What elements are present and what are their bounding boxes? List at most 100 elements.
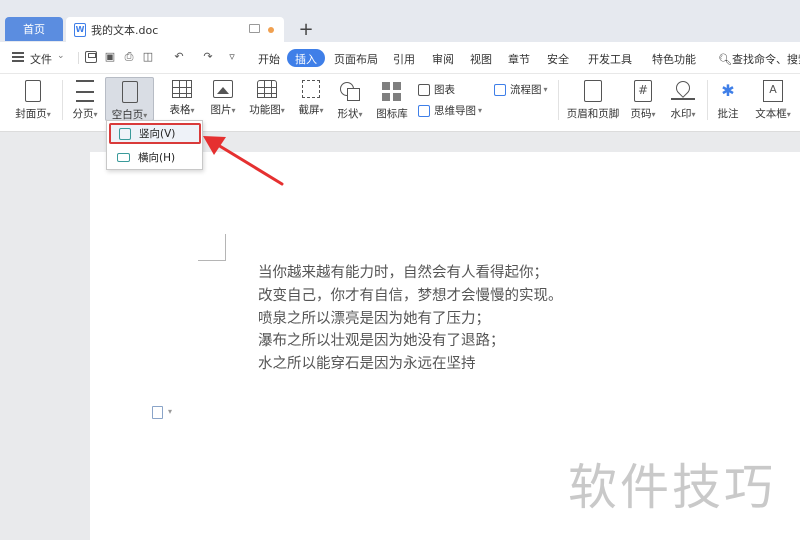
mind-map-button[interactable]: 思维导图 ▾	[418, 103, 482, 118]
table-button[interactable]: 表格▾	[166, 80, 198, 117]
menu-tab-chapter[interactable]: 章节	[508, 51, 530, 67]
picture-button[interactable]: 图片▾	[206, 80, 240, 117]
chevron-down-icon[interactable]: ▾	[168, 407, 172, 416]
undo-icon[interactable]: ↶	[173, 51, 185, 63]
print-icon[interactable]: ⎙	[123, 51, 135, 63]
divider	[78, 52, 79, 64]
menu-tab-start[interactable]: 开始	[258, 51, 280, 67]
document-line: 改变自己，你才有自信，梦想才会慢慢的实现。	[258, 287, 563, 304]
cover-page-icon	[25, 80, 41, 102]
annotation-label: 批注	[717, 108, 739, 120]
page-break-button[interactable]: 分页▾	[68, 80, 102, 121]
textbox-label: 文本框	[755, 108, 787, 120]
page-number-label: 页码	[630, 108, 652, 120]
portrait-page-icon	[119, 127, 131, 140]
screenshot-button[interactable]: 截屏▾	[295, 80, 327, 117]
portrait-option[interactable]: 竖向(V)	[109, 123, 201, 144]
icon-library-button[interactable]: 图标库	[374, 80, 410, 121]
table-label: 表格	[169, 104, 191, 116]
screenshot-icon	[302, 80, 320, 98]
divider	[558, 80, 559, 120]
chart-button[interactable]: 图表	[418, 82, 455, 97]
page-break-icon	[76, 80, 94, 102]
page-number-button[interactable]: # 页码▾	[626, 80, 660, 121]
unsaved-dot-icon	[268, 27, 274, 33]
tab-home[interactable]: 首页	[5, 17, 63, 41]
function-chart-label: 功能图	[249, 104, 281, 116]
menu-tab-references[interactable]: 引用	[393, 51, 415, 67]
cover-page-label: 封面页	[15, 108, 47, 120]
document-line: 当你越来越有能力时，自然会有人看得起你；	[258, 265, 548, 281]
menu-tab-security[interactable]: 安全	[547, 51, 569, 67]
picture-label: 图片	[210, 104, 232, 116]
menu-tab-page-layout[interactable]: 页面布局	[334, 51, 378, 67]
chart-label: 图表	[434, 84, 455, 96]
icon-library-label: 图标库	[376, 108, 408, 120]
textbox-button[interactable]: A 文本框▾	[752, 80, 794, 121]
header-footer-button[interactable]: 页眉和页脚	[566, 80, 620, 121]
divider	[62, 80, 63, 120]
menu-bar: 文件 ⌄ ▣ ⎙ ◫ ↶ ↷ ▿ 开始 插入 页面布局 引用 审阅 视图 章节 …	[0, 42, 800, 74]
function-chart-button[interactable]: 功能图▾	[245, 80, 289, 117]
tab-document[interactable]: W 我的文本.doc	[66, 17, 284, 42]
chevron-down-icon[interactable]: ⌄	[57, 51, 65, 61]
document-line: 瀑布之所以壮观是因为她没有了退路；	[258, 333, 505, 350]
function-chart-icon	[257, 80, 277, 98]
tab-document-title: 我的文本.doc	[91, 23, 159, 37]
page-break-label: 分页	[72, 108, 94, 120]
redo-icon[interactable]: ↷	[202, 51, 214, 63]
menu-tab-features[interactable]: 特色功能	[652, 51, 696, 67]
new-tab-button[interactable]: +	[296, 17, 316, 41]
hamburger-menu-icon[interactable]	[12, 52, 24, 62]
blank-page-icon	[121, 81, 138, 103]
cover-page-button[interactable]: 封面页▾	[10, 80, 56, 121]
header-footer-icon	[584, 80, 602, 102]
watermark-button[interactable]: 水印▾	[666, 80, 700, 121]
menu-file[interactable]: 文件	[30, 51, 52, 67]
page-number-icon: #	[634, 80, 652, 102]
menu-tab-developer[interactable]: 开发工具	[588, 51, 632, 67]
export-pdf-icon[interactable]: ▣	[104, 51, 116, 63]
blank-page-button[interactable]: 空白页▾	[105, 77, 154, 121]
document-body[interactable]: 当你越来越有能力时，自然会有人看得起你； 改变自己，你才有自信，梦想才会慢慢的实…	[258, 262, 563, 376]
flowchart-label: 流程图	[510, 84, 542, 96]
mind-map-label: 思维导图	[434, 105, 476, 117]
annotation-icon: ✱	[721, 81, 735, 100]
word-doc-icon: W	[74, 22, 86, 37]
customize-icon[interactable]: ▿	[226, 51, 238, 63]
search-icon: 🔍︎	[718, 53, 732, 66]
divider	[707, 80, 708, 120]
screen-icon[interactable]	[249, 24, 260, 33]
watermark-label: 水印	[670, 108, 692, 120]
landscape-option-label: 横向(H)	[138, 152, 176, 164]
blank-page-dropdown: 竖向(V) 横向(H)	[106, 120, 203, 170]
chart-icon	[418, 83, 430, 96]
annotation-button[interactable]: ✱ 批注	[713, 80, 743, 121]
command-search[interactable]: 🔍︎查找命令、搜索	[718, 51, 800, 67]
document-line: 水之所以能穿石是因为永远在坚持	[258, 356, 476, 373]
shape-icon	[338, 80, 362, 102]
flowchart-button[interactable]: 流程图 ▾	[494, 82, 548, 97]
menu-tab-review[interactable]: 审阅	[432, 51, 454, 67]
flowchart-icon	[494, 83, 506, 96]
screenshot-label: 截屏	[298, 104, 320, 116]
watermark-text: 软件技巧	[568, 459, 777, 516]
tab-bar: 首页 W 我的文本.doc +	[0, 0, 800, 42]
mind-map-icon	[418, 104, 430, 117]
save-icon[interactable]	[85, 51, 97, 63]
menu-tab-insert[interactable]: 插入	[287, 49, 325, 67]
portrait-option-label: 竖向(V)	[139, 128, 176, 140]
paragraph-layout-icon[interactable]	[152, 406, 163, 419]
landscape-page-icon	[117, 153, 130, 162]
landscape-option[interactable]: 横向(H)	[109, 147, 201, 168]
icon-library-icon	[380, 80, 404, 102]
textbox-icon: A	[763, 80, 783, 102]
header-footer-label: 页眉和页脚	[566, 108, 620, 120]
document-line: 喷泉之所以漂亮是因为她有了压力；	[258, 310, 490, 327]
shape-label: 形状	[337, 108, 359, 120]
margin-corner-mark	[198, 234, 226, 261]
menu-tab-view[interactable]: 视图	[470, 51, 492, 67]
print-preview-icon[interactable]: ◫	[142, 51, 154, 63]
picture-icon	[213, 80, 233, 98]
shape-button[interactable]: 形状▾	[334, 80, 366, 121]
